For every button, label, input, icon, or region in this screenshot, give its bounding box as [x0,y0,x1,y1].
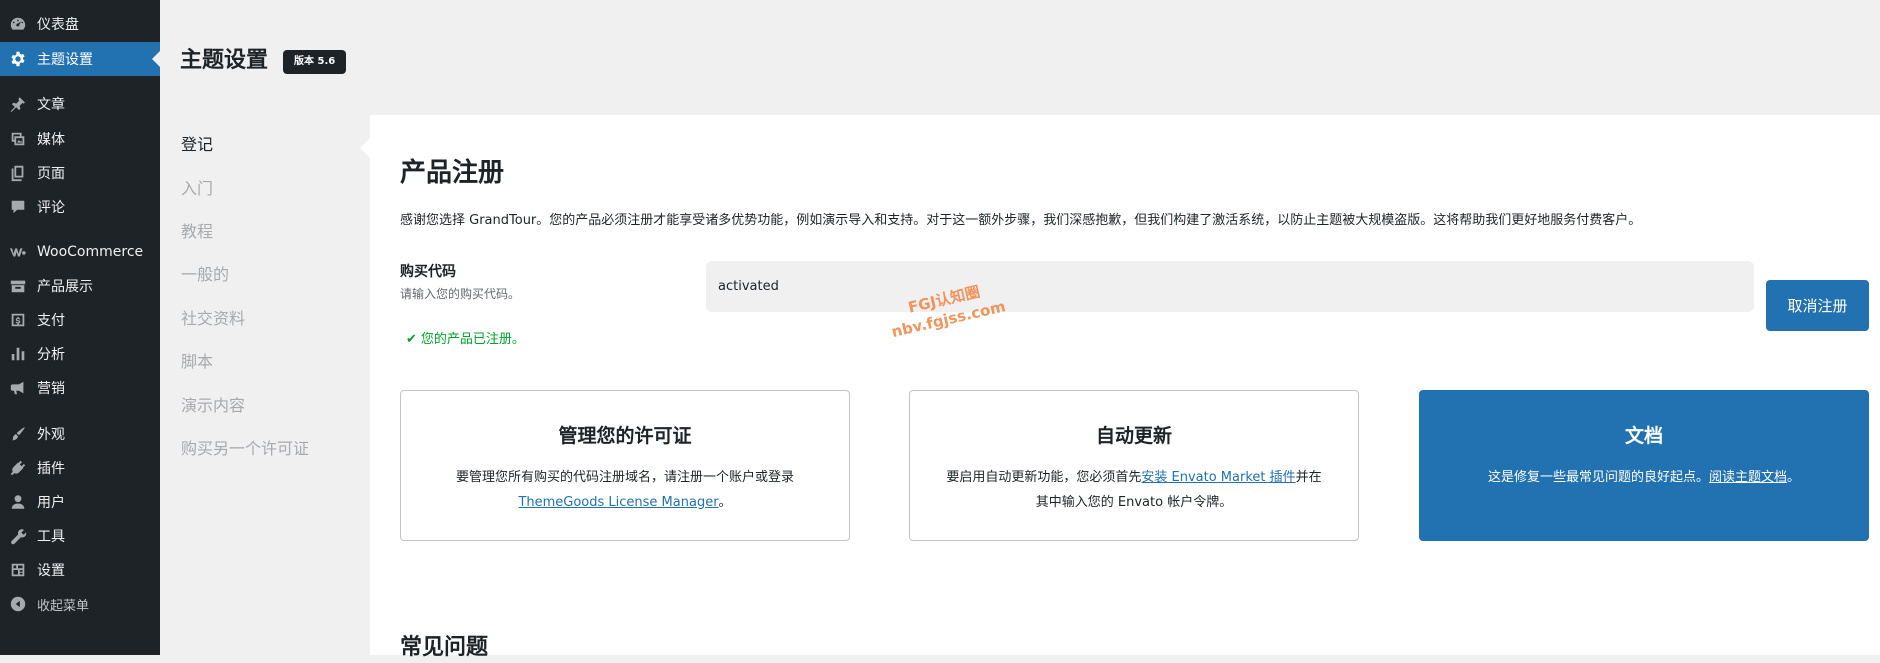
license-card-text: 要管理您所有购买的代码注册域名，请注册一个账户或登录 [455,470,794,485]
sidebar-item-analytics[interactable]: 分析 [0,337,160,371]
media-icon [9,130,27,148]
woocommerce-icon [9,243,27,261]
sidebar-item-label: 产品展示 [37,279,93,295]
sidebar-item-label: 分析 [37,347,65,363]
license-card-title: 管理您的许可证 [558,425,692,447]
payment-icon [9,311,27,329]
sidebar-item-dashboard[interactable]: 仪表盘 [0,7,160,41]
sidebar-item-label: 评论 [37,200,65,216]
sidebar-item-label: 支付 [37,313,65,329]
sidebar-item-settings[interactable]: 设置 [0,553,160,587]
sidebar-item-label: 主题设置 [37,52,93,68]
docs-card-body: 这是修复一些最常见问题的良好起点。阅读主题文档。 [1440,465,1848,490]
auto-update-text-before: 要启用自动更新功能，您必须首先 [946,470,1142,485]
settings-icon [9,561,27,579]
purchase-code-input[interactable]: activated [706,261,1754,312]
sidebar-item-users[interactable]: 用户 [0,485,160,519]
panel-pointer [360,138,370,158]
envato-market-link[interactable]: 安装 Envato Market 插件 [1141,470,1295,485]
user-icon [9,493,27,511]
registration-title: 产品注册 [400,158,505,188]
auto-update-card: 自动更新 要启用自动更新功能，您必须首先安装 Envato Market 插件并… [909,390,1359,541]
sidebar-item-label: 设置 [37,563,65,579]
megaphone-icon [9,379,27,397]
sidebar-item-tools[interactable]: 工具 [0,519,160,553]
sidebar-item-label: 插件 [37,461,65,477]
admin-sidebar: 仪表盘 主题设置 文章 媒体 页面 评论 WooCommerce 产品展示 支付… [0,0,160,655]
pin-icon [9,95,27,113]
version-badge: 版本 5.6 [283,50,347,74]
docs-card-tail: 。 [1787,470,1801,485]
brush-icon [9,425,27,443]
docs-card-text: 这是修复一些最常见问题的良好起点。 [1487,470,1709,485]
pages-icon [9,164,27,182]
sidebar-item-media[interactable]: 媒体 [0,122,160,156]
docs-card: 文档 这是修复一些最常见问题的良好起点。阅读主题文档。 [1419,390,1869,541]
checkmark-icon: ✔ [406,332,417,347]
sidebar-item-plugins[interactable]: 插件 [0,451,160,485]
sidebar-item-payments[interactable]: 支付 [0,303,160,337]
bar-chart-icon [9,345,27,363]
dashboard-icon [9,15,27,33]
subnav-item-script[interactable]: 脚本 [181,351,213,373]
purchase-code-label: 购买代码 [400,264,456,280]
auto-update-card-title: 自动更新 [1095,425,1172,447]
sidebar-item-products[interactable]: 产品展示 [0,269,160,303]
subnav-item-general[interactable]: 一般的 [181,264,229,286]
sidebar-item-comments[interactable]: 评论 [0,190,160,224]
license-card: 管理您的许可证 要管理您所有购买的代码注册域名，请注册一个账户或登录 Theme… [400,390,850,541]
sidebar-item-label: 工具 [37,529,65,545]
gear-icon [9,50,27,68]
collapse-icon [9,595,27,613]
sidebar-item-label: 媒体 [37,132,65,148]
sidebar-item-label: 外观 [37,427,65,443]
subnav-item-registration[interactable]: 登记 [181,134,213,156]
auto-update-card-body: 要启用自动更新功能，您必须首先安装 Envato Market 插件并在其中输入… [946,465,1322,515]
license-card-body: 要管理您所有购买的代码注册域名，请注册一个账户或登录 ThemeGoods Li… [421,465,829,515]
sidebar-item-marketing[interactable]: 营销 [0,371,160,405]
sidebar-item-label: 文章 [37,97,65,113]
subnav-item-buy-license[interactable]: 购买另一个许可证 [181,438,309,460]
registration-description: 感谢您选择 GrandTour。您的产品必须注册才能享受诸多优势功能，例如演示导… [400,213,1642,228]
sidebar-item-label: 仪表盘 [37,17,79,33]
sidebar-item-posts[interactable]: 文章 [0,87,160,121]
collapse-menu-button[interactable]: 收起菜单 [0,587,160,621]
page-title: 主题设置 [180,48,269,73]
sidebar-item-label: 收起菜单 [37,598,90,614]
subnav-item-demo-content[interactable]: 演示内容 [181,395,245,417]
sidebar-item-label: 页面 [37,166,65,182]
sidebar-item-appearance[interactable]: 外观 [0,417,160,451]
license-card-tail: 。 [718,495,732,510]
read-docs-link[interactable]: 阅读主题文档 [1709,470,1787,485]
sidebar-item-pages[interactable]: 页面 [0,156,160,190]
sidebar-item-label: 用户 [37,495,65,511]
sidebar-item-woocommerce[interactable]: WooCommerce [0,235,160,269]
registration-status: ✔ 您的产品已注册。 [406,330,525,350]
comment-icon [9,198,27,216]
registration-status-text: 您的产品已注册。 [420,332,525,347]
subnav-item-getting-started[interactable]: 入门 [181,178,213,200]
sidebar-item-label: 营销 [37,381,65,397]
deactivate-button[interactable]: 取消注册 [1766,280,1869,331]
docs-card-title: 文档 [1624,425,1663,447]
sidebar-item-theme-settings[interactable]: 主题设置 [0,42,160,76]
archive-icon [9,277,27,295]
subnav-item-tutorials[interactable]: 教程 [181,221,213,243]
plugin-icon [9,459,27,477]
wrench-icon [9,527,27,545]
purchase-code-hint: 请输入您的购买代码。 [400,287,521,301]
content-panel [370,115,1880,655]
subnav-item-social-profiles[interactable]: 社交资料 [181,308,245,330]
license-manager-link[interactable]: ThemeGoods License Manager [518,495,718,510]
faq-title: 常见问题 [400,635,489,660]
sidebar-item-label: WooCommerce [37,244,144,260]
